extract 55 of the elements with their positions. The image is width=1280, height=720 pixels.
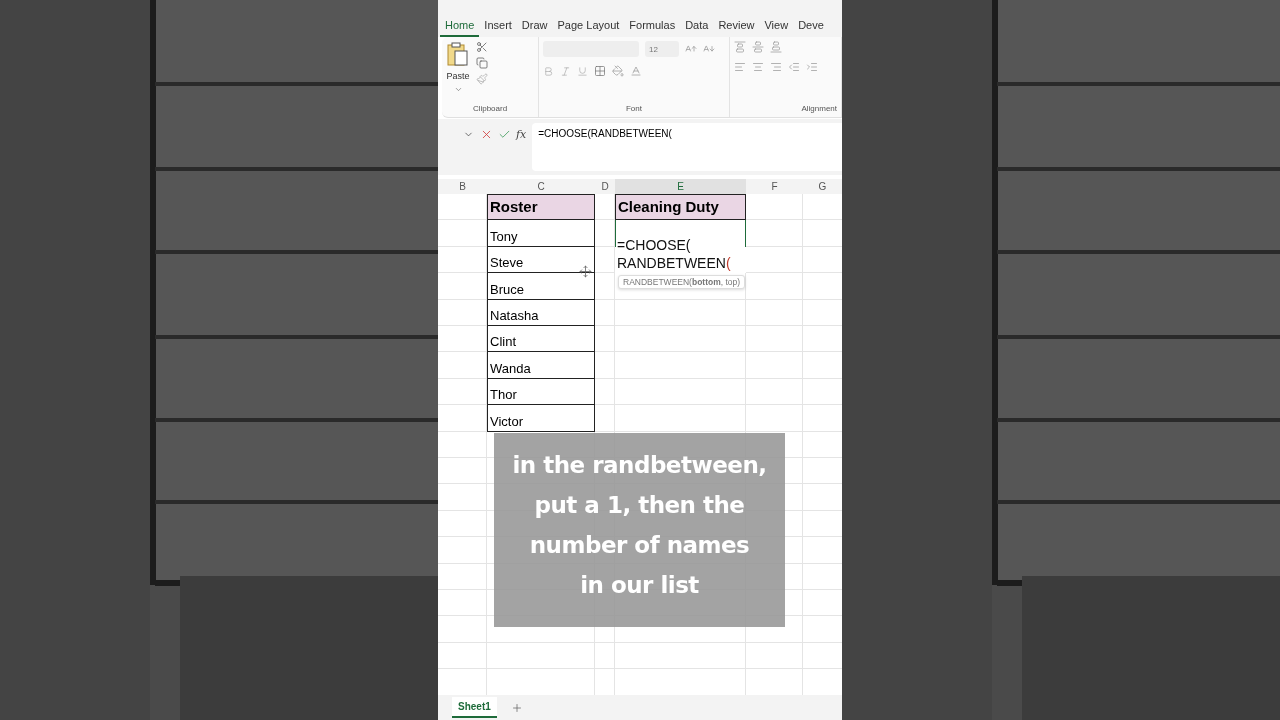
clipboard-icon[interactable] [446, 41, 470, 67]
italic-icon[interactable] [560, 65, 571, 77]
insert-function-button[interactable]: fx [516, 127, 527, 141]
group-label: Font [625, 104, 643, 115]
fill-color-icon[interactable] [612, 65, 624, 77]
font-size-field[interactable]: 12 [645, 41, 679, 57]
sheet-tab[interactable]: Sheet1 [452, 697, 497, 718]
column-header-cell: Cleaning Duty [615, 194, 746, 221]
align-left-icon[interactable] [734, 61, 746, 73]
align-center-icon[interactable] [752, 61, 764, 73]
ribbon-tab[interactable]: Data [680, 19, 714, 37]
copy-icon[interactable] [476, 57, 488, 69]
table-cell: Thor [487, 378, 595, 406]
group-label: Alignment [800, 104, 837, 115]
table-cell: Tony [487, 220, 595, 247]
borders-icon[interactable] [594, 65, 606, 77]
move-cursor-icon [579, 265, 592, 278]
underline-icon[interactable] [577, 65, 588, 77]
paintbrush-icon[interactable] [476, 73, 488, 85]
ribbon-tab[interactable]: Review [713, 19, 760, 37]
top-align-icon[interactable] [734, 41, 746, 53]
function-tooltip: RANDBETWEEN(bottom, top) [618, 275, 746, 289]
outdent-icon[interactable] [788, 61, 800, 73]
caption-line: in our list [580, 571, 699, 600]
ribbon-tab[interactable]: View [759, 19, 794, 37]
ribbon-tab[interactable]: Deve [793, 19, 829, 37]
align-right-icon[interactable] [770, 61, 782, 73]
formula-field[interactable]: =CHOOSE(RANDBETWEEN( [532, 123, 842, 171]
bottom-align-icon[interactable] [770, 41, 782, 53]
table-cell: Wanda [487, 352, 595, 379]
shrink-font-icon[interactable] [703, 43, 715, 55]
caption-line: number of names [529, 531, 750, 560]
grow-font-icon[interactable] [685, 43, 697, 55]
ribbon-tab[interactable]: Insert [479, 19, 517, 37]
column-header-cell: Roster [487, 194, 595, 221]
table-cell: Natasha [487, 299, 595, 326]
table-cell: Clint [487, 325, 595, 353]
font-color-icon[interactable] [630, 65, 642, 77]
group-label: Clipboard [471, 104, 509, 115]
caption-line: put a 1, then the [534, 491, 745, 520]
ribbon-tab[interactable]: Formulas [624, 19, 681, 37]
chevron-icon[interactable] [453, 85, 463, 94]
table-cell: Victor [487, 405, 595, 432]
bold-icon[interactable] [543, 65, 554, 77]
caption-line: in the randbetween, [512, 451, 767, 480]
add-sheet-icon[interactable] [510, 701, 523, 714]
ribbon-tab[interactable]: Draw [516, 19, 553, 37]
indent-icon[interactable] [806, 61, 818, 73]
middle-align-icon[interactable] [752, 41, 764, 53]
paste-label[interactable]: Paste [446, 71, 470, 81]
table-cell: Bruce [487, 273, 595, 300]
cell-editor[interactable]: =CHOOSE( RANDBETWEEN( [615, 220, 746, 274]
scissors-icon[interactable] [476, 41, 488, 53]
ribbon-tab[interactable]: Page Layout [552, 19, 625, 37]
table-cell: Steve [487, 246, 595, 274]
